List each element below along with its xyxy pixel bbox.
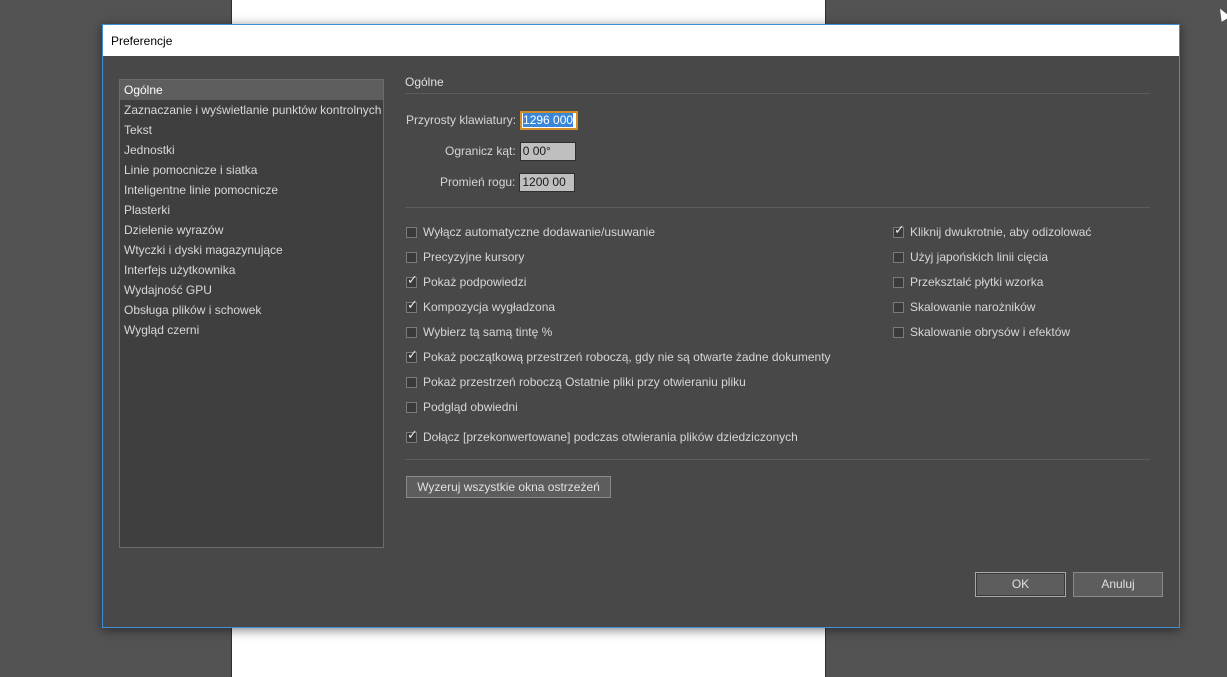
checkbox-label: Pokaż początkową przestrzeń roboczą, gdy… [423, 350, 831, 364]
general-panel: Ogólne [405, 75, 1150, 94]
sidebar-item-black-appearance[interactable]: Wygląd czerni [120, 320, 383, 340]
checkbox-box[interactable] [893, 251, 904, 263]
checkbox-show-start-workspace[interactable]: Pokaż początkową przestrzeń roboczą, gdy… [406, 347, 831, 367]
checkbox-label: Wyłącz automatyczne dodawanie/usuwanie [423, 225, 656, 239]
ok-button[interactable]: OK [975, 572, 1066, 597]
checkbox-show-tool-tips[interactable]: Pokaż podpowiedzi [406, 272, 526, 292]
checkbox-box[interactable] [893, 276, 904, 288]
checkbox-label: Kliknij dwukrotnie, aby odizolować [910, 225, 1092, 239]
checkbox-box[interactable] [406, 401, 417, 413]
reset-warnings-button[interactable]: Wyzeruj wszystkie okna ostrzeżeń [406, 476, 611, 498]
checkbox-box[interactable] [406, 251, 417, 263]
checkbox-box[interactable] [406, 273, 418, 288]
divider [405, 207, 1150, 208]
preferences-category-list[interactable]: Ogólne Zaznaczanie i wyświetlanie punktó… [119, 79, 384, 548]
checkbox-box[interactable] [893, 301, 904, 313]
checkbox-label: Kompozycja wygładzona [423, 300, 556, 314]
checkbox-box[interactable] [893, 326, 904, 338]
sidebar-item-smart-guides[interactable]: Inteligentne linie pomocnicze [120, 180, 383, 200]
keyboard-increment-label: Przyrosty klawiatury: [406, 113, 517, 127]
checkbox-scale-strokes-effects[interactable]: Skalowanie obrysów i efektów [893, 322, 1070, 342]
sidebar-item-hyphenation[interactable]: Dzielenie wyrazów [120, 220, 383, 240]
corner-radius-row: Promień rogu: 1200 00 [440, 172, 576, 192]
checkbox-label: Pokaż przestrzeń roboczą Ostatnie pliki … [423, 375, 746, 389]
checkbox-box[interactable] [406, 226, 417, 238]
keyboard-increment-value: 1296 000 [523, 112, 574, 127]
checkbox-box[interactable] [406, 348, 418, 363]
sidebar-item-guides-grid[interactable]: Linie pomocnicze i siatka [120, 160, 383, 180]
divider [405, 459, 1150, 460]
checkbox-transform-pattern-tiles[interactable]: Przekształć płytki wzorka [893, 272, 1043, 292]
sidebar-item-general[interactable]: Ogólne [120, 80, 383, 100]
checkbox-japanese-crop-marks[interactable]: Użyj japońskich linii cięcia [893, 247, 1048, 267]
keyboard-increment-input[interactable]: 1296 000 [520, 110, 579, 130]
checkbox-box[interactable] [406, 376, 417, 388]
checkbox-label: Precyzyjne kursory [423, 250, 525, 264]
sidebar-item-plugins-scratch-disks[interactable]: Wtyczki i dyski magazynujące [120, 240, 383, 260]
checkbox-precise-cursors[interactable]: Precyzyjne kursory [406, 247, 524, 267]
corner-radius-input[interactable]: 1200 00 [519, 172, 576, 192]
checkbox-box[interactable] [893, 223, 905, 238]
checkbox-label: Pokaż podpowiedzi [423, 275, 527, 289]
dialog-title: Preferencje [103, 25, 1179, 56]
checkbox-box[interactable] [406, 428, 418, 443]
checkbox-label: Skalowanie narożników [910, 300, 1036, 314]
constrain-angle-input[interactable]: 0 00° [519, 141, 576, 161]
sidebar-item-type[interactable]: Tekst [120, 120, 383, 140]
checkbox-append-converted[interactable]: Dołącz [przekonwertowane] podczas otwier… [406, 427, 798, 447]
checkbox-scale-corners[interactable]: Skalowanie narożników [893, 297, 1035, 317]
preferences-dialog: Preferencje Ogólne Zaznaczanie i wyświet… [102, 24, 1180, 628]
sidebar-item-selection-anchor-display[interactable]: Zaznaczanie i wyświetlanie punktów kontr… [120, 100, 383, 120]
sidebar-item-file-handling-clipboard[interactable]: Obsługa plików i schowek [120, 300, 383, 320]
constrain-angle-label: Ogranicz kąt: [445, 144, 516, 158]
checkbox-box[interactable] [406, 326, 417, 338]
sidebar-item-gpu-performance[interactable]: Wydajność GPU [120, 280, 383, 300]
cancel-button[interactable]: Anuluj [1073, 572, 1163, 597]
checkbox-label: Skalowanie obrysów i efektów [910, 325, 1071, 339]
checkbox-anti-aliased-artwork[interactable]: Kompozycja wygładzona [406, 297, 555, 317]
checkbox-show-recent-files-workspace[interactable]: Pokaż przestrzeń roboczą Ostatnie pliki … [406, 372, 746, 392]
corner-radius-label: Promień rogu: [440, 175, 516, 189]
keyboard-increment-row: Przyrosty klawiatury: 1296 000 [406, 110, 579, 130]
sidebar-item-slices[interactable]: Plasterki [120, 200, 383, 220]
checkbox-box[interactable] [406, 298, 418, 313]
constrain-angle-row: Ogranicz kąt: 0 00° [445, 141, 576, 161]
checkbox-disable-auto-add-delete[interactable]: Wyłącz automatyczne dodawanie/usuwanie [406, 222, 655, 242]
section-title: Ogólne [405, 75, 1150, 94]
checkbox-bounding-box-preview[interactable]: Podgląd obwiedni [406, 397, 518, 417]
sidebar-item-user-interface[interactable]: Interfejs użytkownika [120, 260, 383, 280]
checkbox-label: Dołącz [przekonwertowane] podczas otwier… [423, 430, 798, 444]
mouse-cursor-icon [1215, 6, 1227, 22]
checkbox-label: Podgląd obwiedni [423, 400, 518, 414]
checkbox-double-click-isolate[interactable]: Kliknij dwukrotnie, aby odizolować [893, 222, 1091, 242]
sidebar-item-units[interactable]: Jednostki [120, 140, 383, 160]
checkbox-select-same-tint[interactable]: Wybierz tą samą tintę % [406, 322, 552, 342]
checkbox-label: Użyj japońskich linii cięcia [910, 250, 1049, 264]
checkbox-label: Przekształć płytki wzorka [910, 275, 1044, 289]
checkbox-label: Wybierz tą samą tintę % [423, 325, 553, 339]
